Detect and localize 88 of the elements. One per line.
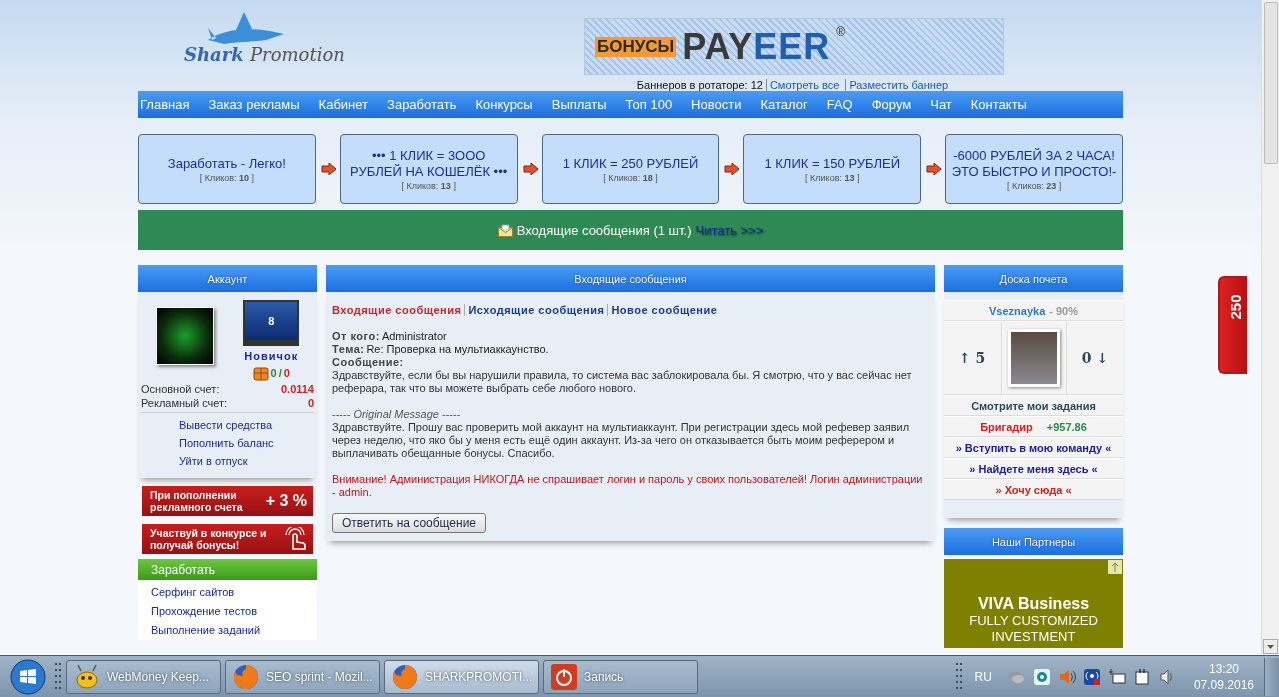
- panel-header: Входящие сообщения: [326, 265, 935, 292]
- account-link[interactable]: Вывести средства: [179, 416, 314, 434]
- nav-link[interactable]: Контакты: [969, 97, 1036, 112]
- ad-link[interactable]: 1 КЛИК = 150 РУБЛЕЙ [ Кликов: 13 ]: [743, 134, 922, 204]
- side-badge[interactable]: 250: [1218, 276, 1247, 374]
- panel-header: Аккаунт: [138, 265, 317, 292]
- nav-link[interactable]: Кабинет: [317, 97, 378, 112]
- account-link[interactable]: Уйти в отпуск: [179, 452, 314, 470]
- count-separator: /: [278, 367, 282, 379]
- nav-link[interactable]: Главная: [139, 97, 199, 112]
- nav-link[interactable]: Топ 100: [624, 97, 682, 112]
- scrollbar[interactable]: [1261, 0, 1279, 656]
- chest-icon: [252, 365, 269, 381]
- nav-link[interactable]: Каталог: [759, 97, 817, 112]
- balance-value: 0.0114: [280, 383, 314, 395]
- speaker-icon: [1057, 667, 1076, 686]
- rotator-count: Баннеров в ротаторе: 12: [636, 79, 763, 91]
- message-tab[interactable]: Входящие сообщения: [332, 304, 465, 316]
- reply-button[interactable]: Ответить на сообщение: [332, 513, 487, 533]
- balance-label: Рекламный счет:: [141, 397, 228, 409]
- ad-link[interactable]: Заработать - Легко! [ Кликов: 10 ]: [138, 134, 316, 204]
- promo-banner[interactable]: При пополнении рекламного счета + 3 %: [142, 486, 313, 516]
- rank-label: Бригадир: [980, 420, 1033, 433]
- arrow-right-icon: [724, 163, 741, 175]
- panel-header: Наши Партнеры: [944, 528, 1123, 555]
- envelope-icon: [497, 223, 513, 237]
- avatar-image: [155, 307, 214, 365]
- votes-down: 0 ↓: [1080, 350, 1110, 366]
- message-tab[interactable]: Исходящие сообщения: [464, 304, 608, 316]
- message-tab[interactable]: Новое сообщение: [607, 304, 721, 316]
- nav-link[interactable]: Выплаты: [550, 97, 616, 112]
- ad-link[interactable]: 1 КЛИК = 250 РУБЛЕЙ [ Кликов: 18 ]: [541, 134, 720, 204]
- payeer-banner[interactable]: БОНУСЫ PAYEER ®: [584, 18, 1004, 75]
- ad-link[interactable]: ••• 1 КЛИК = 3ООО РУБЛЕЙ НА КОШЕЛЁК ••• [ Кликов: 13 ]: [339, 134, 518, 204]
- panel-header: Доска почета: [944, 265, 1123, 292]
- nav-link[interactable]: Заработать: [386, 97, 466, 112]
- hand-pointer-icon: [285, 527, 307, 551]
- nav-link[interactable]: Заказ рекламы: [207, 97, 309, 112]
- arrow-right-icon: [320, 163, 337, 175]
- ad-link[interactable]: -6000 РУБЛЕЙ ЗА 2 ЧАСА!ЭТО БЫСТРО И ПРОСТО!- [ Кликов: 23 ]: [945, 134, 1123, 204]
- arrow-right-icon: [926, 163, 943, 175]
- warning-text: Внимание! Администрация НИКОГДА не спрашивает логин и пароль у своих пользователей! Логин администрации - admin.: [332, 473, 924, 499]
- menu-header: Заработать: [138, 559, 317, 580]
- start-button-icon: [10, 658, 46, 695]
- nav-link[interactable]: Новости: [690, 97, 751, 112]
- nav-link[interactable]: FAQ: [825, 97, 862, 112]
- nav-link[interactable]: Конкурсы: [474, 97, 542, 112]
- balance-value: 0: [307, 397, 314, 409]
- message-text: Здравствуйте, если бы вы нарушили правила, то система вас заблокировала бы. Я смотрю, что у вас сейчас нет реферара, так что вы можете выбрать себе любого нового.: [332, 369, 913, 395]
- user-percent: - 90%: [1049, 304, 1078, 317]
- ad-choices-icon: [1108, 560, 1122, 574]
- ad-text: FULLY CUSTOMIZED INVESTMENT: [968, 613, 1099, 645]
- user-link[interactable]: Vseznayka: [989, 304, 1046, 317]
- nav-link[interactable]: Форум: [870, 97, 921, 112]
- field-value: Administrator: [381, 330, 447, 342]
- rank-label: Новичок: [244, 350, 299, 362]
- scrollbar-thumb[interactable]: [1263, 2, 1278, 164]
- show-desktop-button[interactable]: [1264, 657, 1279, 696]
- ad-title: VIVA Business: [977, 595, 1090, 613]
- spent-count: 0: [283, 367, 290, 379]
- votes-up: ↑ 5: [957, 350, 987, 366]
- quoted-message: Здравствуйте. Прошу вас проверить мой аккаунт на мультиаккаунт. При регистрации здесь мой рефевер заявил через неделю, что яко бы у меня есть ещё один аккаунт. Из-за чего он отказывается быть моим реферером и выплачивать обещанные бонусы. Спасибо.: [332, 421, 911, 460]
- balance-label: Основной счет:: [141, 383, 220, 395]
- menu-link[interactable]: Выполнение заданий: [151, 621, 317, 640]
- wireless-icon: [1082, 667, 1101, 686]
- menu-link[interactable]: Прохождение тестов: [151, 602, 317, 621]
- promo-banner[interactable]: Участвуй в конкурсе и получай бонусы!: [142, 524, 313, 554]
- menu-link[interactable]: Серфинг сайтов: [151, 583, 317, 602]
- notice-text: Входящие сообщения (1 шт.): [516, 222, 692, 238]
- quote-header: ----- Original Message -----: [332, 408, 462, 421]
- logo-text[interactable]: Shark Promotion: [184, 44, 345, 65]
- partner-ad[interactable]: VIVA Business FULLY CUSTOMIZED INVESTMENT: [944, 559, 1123, 648]
- score-value: +957.86: [1046, 420, 1087, 433]
- arrow-right-icon: [522, 163, 539, 175]
- browser-icon: [391, 662, 419, 691]
- field-label: От кого:: [332, 330, 380, 342]
- earned-count: 0: [270, 367, 277, 379]
- field-value: Re: Проверка на мультиаккаунство.: [366, 343, 549, 355]
- ant-icon: [73, 662, 101, 691]
- power-icon: [550, 662, 578, 691]
- eye-icon: [1032, 667, 1051, 686]
- browser-icon: [232, 662, 260, 691]
- field-label: Сообщение:: [332, 356, 404, 368]
- monitor-level-badge: 8: [243, 300, 300, 346]
- field-label: Тема:: [332, 343, 365, 355]
- nav-link[interactable]: Чат: [929, 97, 961, 112]
- photo-placeholder: [1007, 329, 1060, 387]
- account-link[interactable]: Пополнить баланс: [179, 434, 314, 452]
